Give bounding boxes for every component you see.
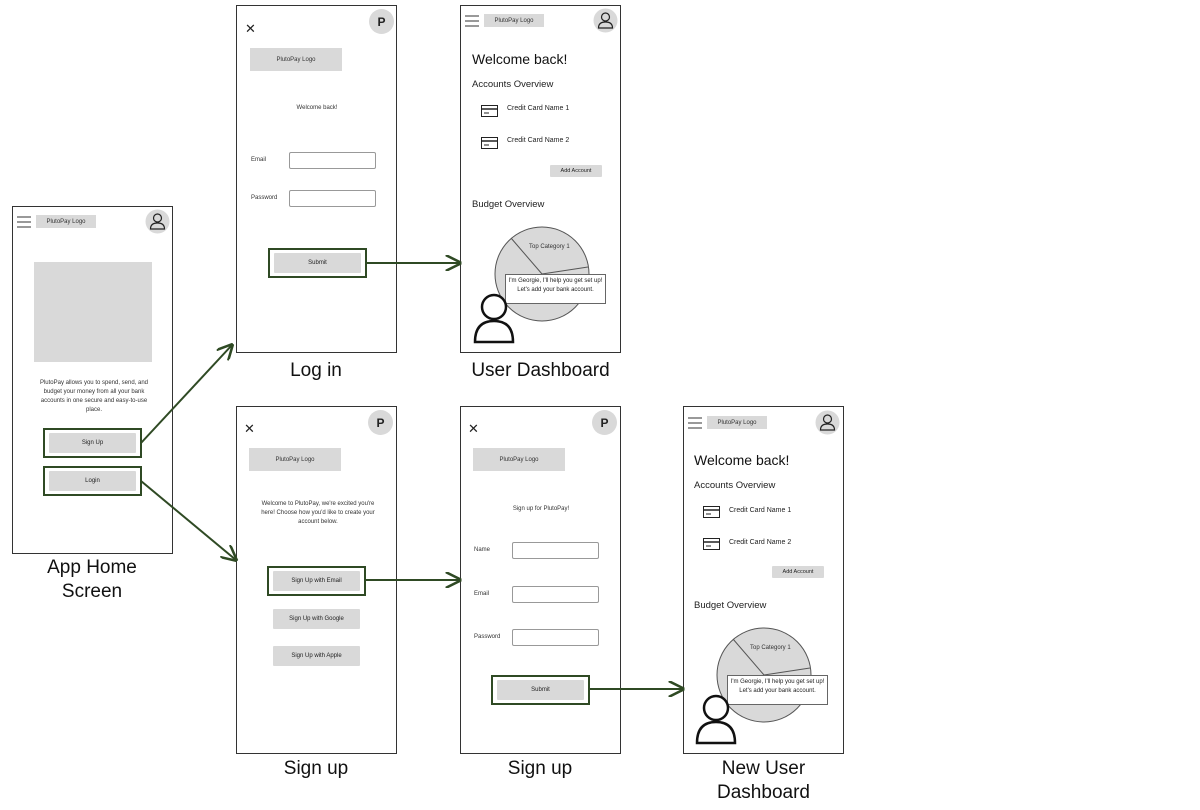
flow-arrows [140, 0, 1200, 810]
arrow-signup-to-login [140, 345, 232, 444]
arrow-login-to-signup [140, 480, 236, 560]
